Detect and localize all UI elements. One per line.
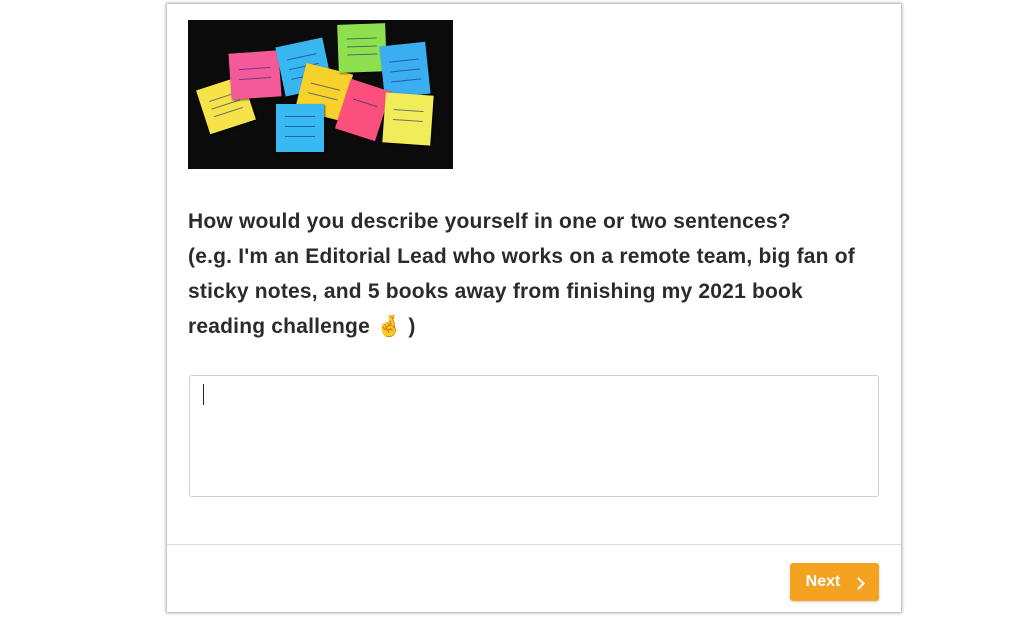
sticky-note (276, 104, 324, 152)
next-button-label: Next (805, 573, 841, 590)
question-line-1: How would you describe yourself in one o… (188, 210, 791, 233)
answer-textarea[interactable] (189, 375, 879, 497)
chevron-right-icon (852, 576, 866, 590)
survey-card: How would you describe yourself in one o… (167, 4, 901, 612)
question-example: (e.g. I'm an Editorial Lead who works on… (188, 245, 855, 338)
question-text: How would you describe yourself in one o… (188, 204, 878, 344)
sticky-notes-image (188, 20, 453, 169)
sticky-note (228, 50, 282, 100)
sticky-note (382, 92, 434, 146)
text-cursor (203, 384, 204, 405)
footer-divider (167, 544, 901, 545)
fingers-crossed-icon: 🤞 (376, 315, 403, 338)
next-button[interactable]: Next (790, 563, 879, 601)
question-closing: ) (408, 315, 416, 338)
